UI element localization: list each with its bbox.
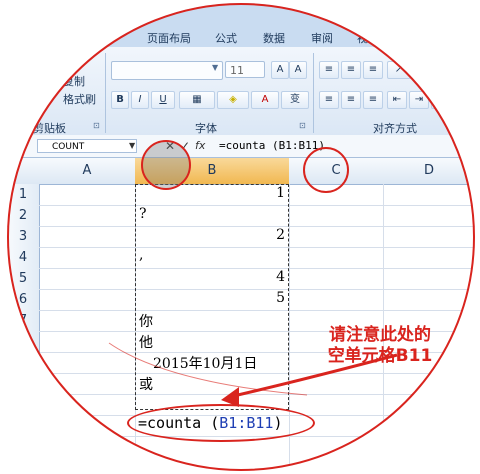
zoom-circle: 页面布局 公式 数据 审阅 视 复制 格式刷 剪贴板 ⊡ ▼ 11 A A B … xyxy=(7,3,475,471)
annotation-line-2: 空单元格B11 xyxy=(327,346,433,366)
watermark-logo: Bai 经验 xyxy=(375,428,429,443)
annotation-arrow xyxy=(108,342,398,407)
watermark-url: jingyan.baidu.com xyxy=(387,443,475,454)
